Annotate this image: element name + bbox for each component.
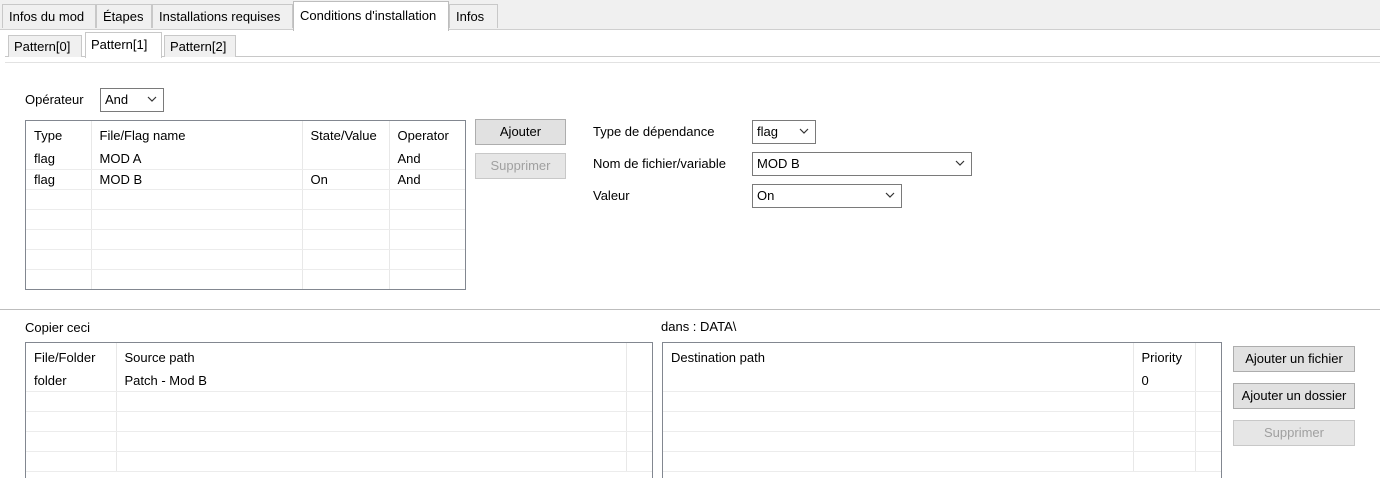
value-label: Valeur [593, 188, 630, 203]
cell-operator: And [389, 169, 465, 190]
operator-select-value: And [105, 92, 129, 107]
empty-row [26, 431, 652, 452]
chevron-down-icon [147, 94, 157, 104]
filename-variable-select[interactable]: MOD B [752, 152, 972, 176]
add-condition-button[interactable]: Ajouter [475, 119, 566, 145]
filename-variable-value: MOD B [757, 156, 800, 171]
destination-folder-label: dans : DATA\ [661, 319, 737, 334]
cell-type: flag [26, 149, 92, 170]
conditions-grid[interactable]: Type File/Flag name State/Value Operator… [25, 120, 466, 290]
dependency-type-select[interactable]: flag [752, 120, 816, 144]
table-row[interactable]: folder Patch - Mod B [26, 371, 652, 392]
empty-row [26, 269, 465, 289]
empty-row [26, 209, 465, 230]
tab-required-installs[interactable]: Installations requises [152, 4, 293, 28]
value-select[interactable]: On [752, 184, 902, 208]
pattern-tab-divider [5, 62, 1380, 63]
empty-row [663, 391, 1221, 412]
table-row[interactable]: 0 [663, 371, 1221, 392]
source-header-row: File/Folder Source path [26, 343, 652, 371]
empty-row [663, 411, 1221, 432]
add-file-button[interactable]: Ajouter un fichier [1233, 346, 1355, 372]
operator-select[interactable]: And [100, 88, 164, 112]
cell-operator: And [389, 149, 465, 170]
chevron-down-icon [885, 190, 895, 200]
section-divider [0, 309, 1380, 310]
cell-destination-path [663, 371, 1134, 392]
tab-pattern-2[interactable]: Pattern[2] [164, 35, 236, 57]
tab-pattern-0[interactable]: Pattern[0] [8, 35, 82, 57]
remove-condition-button[interactable]: Supprimer [475, 153, 566, 179]
cell-name: MOD B [91, 169, 303, 190]
tab-install-conditions[interactable]: Conditions d'installation [293, 1, 449, 31]
remove-file-button[interactable]: Supprimer [1233, 420, 1355, 446]
cell-priority: 0 [1133, 371, 1196, 392]
chevron-down-icon [955, 158, 965, 168]
tab-infos[interactable]: Infos [449, 4, 498, 28]
empty-row [26, 391, 652, 412]
column-header-destination-path[interactable]: Destination path [663, 343, 1134, 371]
operator-label: Opérateur [25, 92, 84, 107]
empty-row [26, 229, 465, 250]
cell-file-folder: folder [26, 371, 117, 392]
column-header-file-folder[interactable]: File/Folder [26, 343, 117, 371]
destination-header-row: Destination path Priority [663, 343, 1221, 371]
add-folder-button[interactable]: Ajouter un dossier [1233, 383, 1355, 409]
chevron-down-icon [799, 126, 809, 136]
column-header-source-path[interactable]: Source path [116, 343, 627, 371]
tab-pattern-1[interactable]: Pattern[1] [85, 32, 162, 58]
empty-row [26, 189, 465, 210]
column-header-file-flag-name[interactable]: File/Flag name [91, 121, 303, 149]
empty-row [663, 431, 1221, 452]
conditions-header-row: Type File/Flag name State/Value Operator [26, 121, 465, 149]
tab-steps[interactable]: Étapes [96, 4, 152, 28]
value-select-value: On [757, 188, 775, 203]
tab-mod-info[interactable]: Infos du mod [2, 4, 96, 28]
column-header-type[interactable]: Type [26, 121, 92, 149]
dependency-type-label: Type de dépendance [593, 124, 715, 139]
cell-value: On [302, 169, 390, 190]
cell-type: flag [26, 169, 92, 190]
dependency-type-value: flag [757, 124, 778, 139]
empty-row [26, 451, 652, 472]
empty-row [26, 249, 465, 270]
source-files-grid[interactable]: File/Folder Source path folder Patch - M… [25, 342, 653, 478]
destination-grid[interactable]: Destination path Priority 0 [662, 342, 1222, 478]
column-header-priority[interactable]: Priority [1133, 343, 1196, 371]
column-header-state-value[interactable]: State/Value [302, 121, 390, 149]
empty-row [663, 451, 1221, 472]
copy-this-label: Copier ceci [25, 320, 91, 335]
column-header-filler [1195, 343, 1221, 371]
column-header-operator[interactable]: Operator [389, 121, 465, 149]
table-row[interactable]: flag MOD B On And [26, 169, 465, 190]
filename-variable-label: Nom de fichier/variable [593, 156, 726, 171]
cell-source-path: Patch - Mod B [116, 371, 627, 392]
cell-value [302, 149, 390, 170]
column-header-filler [626, 343, 652, 371]
empty-row [26, 411, 652, 432]
cell-name: MOD A [91, 149, 303, 170]
table-row[interactable]: flag MOD A And [26, 149, 465, 170]
